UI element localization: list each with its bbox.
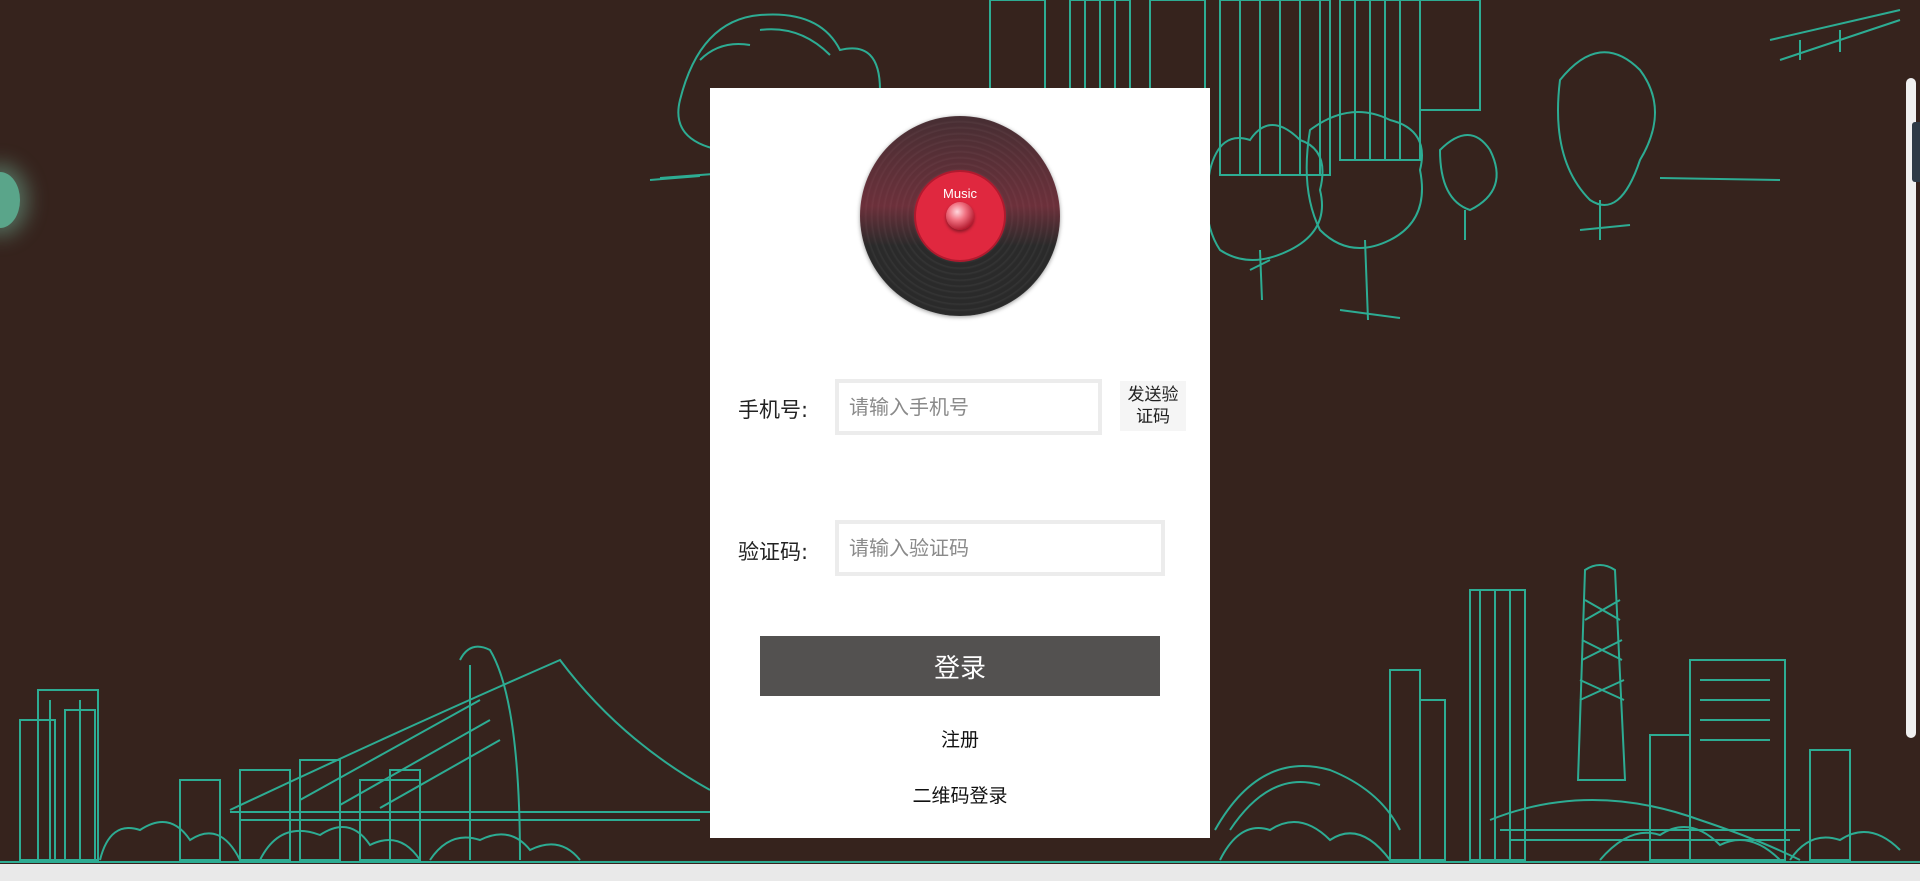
side-widget-tab[interactable] <box>1912 122 1920 182</box>
register-link[interactable]: 注册 <box>710 725 1210 752</box>
code-label: 验证码: <box>738 540 809 564</box>
phone-input[interactable] <box>835 379 1102 435</box>
horizontal-scrollbar[interactable] <box>0 864 1920 881</box>
code-input[interactable] <box>835 520 1165 576</box>
vinyl-label: Music <box>914 170 1006 262</box>
vinyl-spindle <box>946 202 974 230</box>
login-button[interactable]: 登录 <box>760 636 1160 696</box>
vinyl-record-icon: Music <box>860 116 1060 316</box>
phone-label: 手机号: <box>738 398 809 422</box>
logo-text: Music <box>943 186 977 201</box>
login-card: Music 手机号: 发送验证码 验证码: 登录 注册 二维码登录 <box>710 88 1210 838</box>
qr-login-link[interactable]: 二维码登录 <box>710 781 1210 808</box>
send-code-button[interactable]: 发送验证码 <box>1120 381 1186 431</box>
